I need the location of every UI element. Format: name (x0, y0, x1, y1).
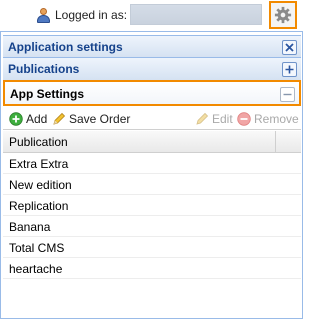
remove-button[interactable]: Remove (237, 111, 299, 127)
remove-label: Remove (254, 112, 299, 126)
remove-icon (237, 112, 251, 126)
top-bar: Logged in as: (0, 0, 308, 30)
table-row[interactable]: heartache (3, 258, 301, 279)
table-row[interactable]: Banana (3, 216, 301, 237)
settings-button[interactable] (269, 1, 297, 29)
application-settings-title: Application settings (8, 40, 123, 54)
pencil-icon (53, 112, 66, 125)
edit-label: Edit (212, 112, 233, 126)
publications-header[interactable]: Publications (3, 58, 301, 81)
grid-header: Publication (3, 131, 301, 153)
add-label: Add (26, 112, 48, 126)
add-icon (9, 112, 23, 126)
pencil-icon (196, 112, 209, 125)
expand-button[interactable] (282, 62, 297, 77)
close-button[interactable] (282, 40, 297, 55)
edit-button[interactable]: Edit (195, 111, 233, 127)
app-settings-header[interactable]: App Settings (3, 80, 301, 106)
table-row[interactable]: Total CMS (3, 237, 301, 258)
settings-panel: Application settings Publications App Se… (0, 31, 303, 319)
add-button[interactable]: Add (9, 111, 47, 127)
login-label: Logged in as: (55, 8, 128, 22)
close-icon (285, 43, 294, 52)
minus-icon (283, 93, 292, 96)
app-settings-title: App Settings (10, 87, 84, 101)
save-order-button[interactable]: Save Order (52, 111, 130, 127)
gear-icon (274, 6, 292, 24)
application-settings-header[interactable]: Application settings (3, 35, 301, 58)
collapse-button[interactable] (280, 87, 295, 102)
publications-title: Publications (8, 62, 80, 76)
table-row[interactable]: Replication (3, 195, 301, 216)
login-info: Logged in as: (36, 5, 127, 25)
table-row[interactable]: New edition (3, 174, 301, 195)
save-order-label: Save Order (69, 112, 131, 126)
login-username-field (130, 4, 262, 25)
column-header-publication[interactable]: Publication (3, 131, 276, 153)
user-icon (36, 7, 50, 23)
app-settings-toolbar: Add Save Order Edit Remove (3, 108, 301, 130)
table-row[interactable]: Extra Extra (3, 153, 301, 174)
plus-icon (285, 65, 294, 74)
